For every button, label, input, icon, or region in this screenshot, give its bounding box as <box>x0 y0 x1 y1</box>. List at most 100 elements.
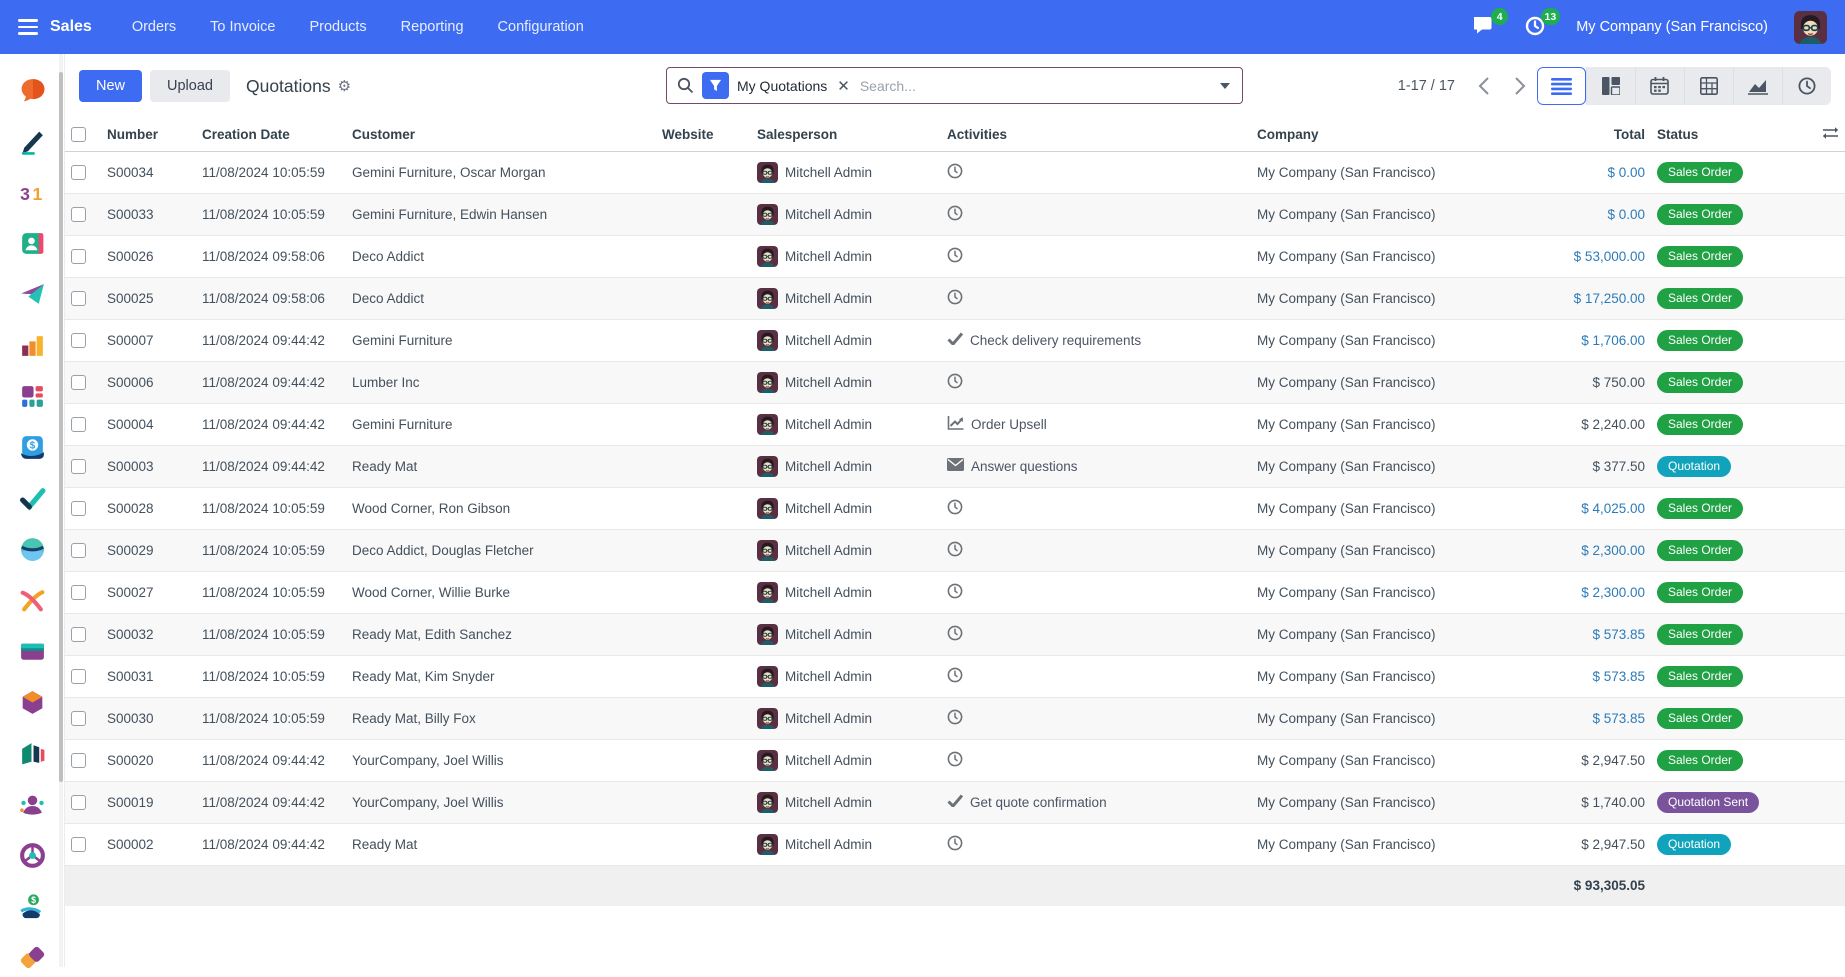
activity-clock-icon[interactable] <box>947 709 963 728</box>
sidebar-app-accounting-icon[interactable]: $ <box>18 433 47 462</box>
activity-check-icon[interactable] <box>947 794 963 810</box>
view-switch-kanban-icon[interactable] <box>1586 67 1635 105</box>
column-header-creation-date[interactable]: Creation Date <box>196 118 346 151</box>
table-row[interactable]: S0003111/08/2024 10:05:59Ready Mat, Kim … <box>65 655 1845 697</box>
table-row[interactable]: S0002911/08/2024 10:05:59Deco Addict, Do… <box>65 529 1845 571</box>
row-checkbox[interactable] <box>71 375 86 390</box>
column-header-website[interactable]: Website <box>656 118 751 151</box>
pager-previous-icon[interactable] <box>1477 76 1491 96</box>
table-row[interactable]: S0002611/08/2024 09:58:06Deco AddictMitc… <box>65 235 1845 277</box>
column-header-customer[interactable]: Customer <box>346 118 656 151</box>
nav-menu-item-orders[interactable]: Orders <box>132 19 176 35</box>
sidebar-app-inventory-icon[interactable] <box>18 688 47 717</box>
row-checkbox[interactable] <box>71 417 86 432</box>
current-app-name[interactable]: Sales <box>50 18 92 36</box>
activity-clock-icon[interactable] <box>947 205 963 224</box>
nav-menu-item-reporting[interactable]: Reporting <box>401 19 464 35</box>
activity-mail-icon[interactable] <box>947 458 964 474</box>
row-checkbox[interactable] <box>71 627 86 642</box>
activity-clock-icon[interactable] <box>947 667 963 686</box>
table-row[interactable]: S0000611/08/2024 09:44:42Lumber IncMitch… <box>65 361 1845 403</box>
activity-clock-icon[interactable] <box>947 163 963 182</box>
activity-clock-icon[interactable] <box>947 289 963 308</box>
pager-next-icon[interactable] <box>1513 76 1527 96</box>
sidebar-app-crm-icon[interactable] <box>18 280 47 309</box>
row-checkbox[interactable] <box>71 795 86 810</box>
activity-check-icon[interactable] <box>947 332 963 348</box>
view-switch-calendar-icon[interactable] <box>1635 67 1684 105</box>
nav-menu-item-products[interactable]: Products <box>309 19 366 35</box>
search-bar[interactable]: My Quotations ✕ <box>666 67 1243 104</box>
table-row[interactable]: S0003411/08/2024 10:05:59Gemini Furnitur… <box>65 151 1845 193</box>
gear-icon[interactable]: ⚙ <box>338 77 351 95</box>
search-input[interactable] <box>860 78 1212 94</box>
table-row[interactable]: S0001911/08/2024 09:44:42YourCompany, Jo… <box>65 781 1845 823</box>
sidebar-app-dashboards-icon[interactable] <box>18 382 47 411</box>
table-row[interactable]: S0003211/08/2024 10:05:59Ready Mat, Edit… <box>65 613 1845 655</box>
activity-clock-icon[interactable] <box>947 751 963 770</box>
activity-clock-icon[interactable] <box>947 247 963 266</box>
activity-clock-icon[interactable] <box>947 835 963 854</box>
messages-icon[interactable]: 4 <box>1472 15 1498 39</box>
sidebar-scrollbar[interactable] <box>59 54 63 967</box>
table-row[interactable]: S0002011/08/2024 09:44:42YourCompany, Jo… <box>65 739 1845 781</box>
table-row[interactable]: S0003011/08/2024 10:05:59Ready Mat, Bill… <box>65 697 1845 739</box>
sidebar-app-calendar-icon[interactable]: 31 <box>18 178 47 207</box>
activity-clock-icon[interactable] <box>947 499 963 518</box>
view-switch-pivot-icon[interactable] <box>1684 67 1733 105</box>
filter-remove-icon[interactable]: ✕ <box>835 77 852 95</box>
sidebar-app-knowledge-icon[interactable] <box>18 127 47 156</box>
table-row[interactable]: S0002511/08/2024 09:58:06Deco AddictMitc… <box>65 277 1845 319</box>
row-checkbox[interactable] <box>71 459 86 474</box>
row-checkbox[interactable] <box>71 165 86 180</box>
sidebar-app-project-icon[interactable] <box>18 484 47 513</box>
activity-clock-icon[interactable] <box>947 625 963 644</box>
sidebar-app-studio-icon[interactable] <box>18 943 47 972</box>
sidebar-app-payments-icon[interactable] <box>18 637 47 666</box>
activities-clock-icon[interactable]: 13 <box>1524 15 1550 39</box>
row-checkbox[interactable] <box>71 585 86 600</box>
sidebar-app-manufacturing-icon[interactable] <box>18 841 47 870</box>
table-row[interactable]: S0002811/08/2024 10:05:59Wood Corner, Ro… <box>65 487 1845 529</box>
optional-columns-icon[interactable] <box>1822 128 1839 143</box>
nav-menu-item-configuration[interactable]: Configuration <box>498 19 584 35</box>
sidebar-app-discuss-icon[interactable] <box>18 76 47 105</box>
sidebar-app-elearning-icon[interactable] <box>18 586 47 615</box>
table-row[interactable]: S0003311/08/2024 10:05:59Gemini Furnitur… <box>65 193 1845 235</box>
activity-clock-icon[interactable] <box>947 583 963 602</box>
sidebar-app-payroll-icon[interactable]: $ <box>18 892 47 921</box>
view-switch-list-icon[interactable] <box>1537 67 1586 105</box>
row-checkbox[interactable] <box>71 543 86 558</box>
new-button[interactable]: New <box>79 70 142 102</box>
apps-menu-icon[interactable] <box>18 19 38 35</box>
sidebar-app-sales-icon[interactable] <box>18 331 47 360</box>
sidebar-app-contacts-icon[interactable] <box>18 229 47 258</box>
column-header-activities[interactable]: Activities <box>941 118 1251 151</box>
table-row[interactable]: S0002711/08/2024 10:05:59Wood Corner, Wi… <box>65 571 1845 613</box>
row-checkbox[interactable] <box>71 291 86 306</box>
sidebar-app-employees-icon[interactable] <box>18 790 47 819</box>
upload-button[interactable]: Upload <box>150 70 230 102</box>
select-all-checkbox[interactable] <box>71 127 86 142</box>
view-switch-graph-icon[interactable] <box>1733 67 1782 105</box>
column-header-salesperson[interactable]: Salesperson <box>751 118 941 151</box>
table-row[interactable]: S0000311/08/2024 09:44:42Ready MatMitche… <box>65 445 1845 487</box>
table-row[interactable]: S0000711/08/2024 09:44:42Gemini Furnitur… <box>65 319 1845 361</box>
activity-clock-icon[interactable] <box>947 541 963 560</box>
sidebar-app-website-icon[interactable] <box>18 535 47 564</box>
activity-clock-icon[interactable] <box>947 373 963 392</box>
activity-chart-icon[interactable] <box>947 415 964 433</box>
row-checkbox[interactable] <box>71 837 86 852</box>
column-header-number[interactable]: Number <box>101 118 196 151</box>
user-avatar[interactable] <box>1794 11 1827 44</box>
column-header-company[interactable]: Company <box>1251 118 1451 151</box>
row-checkbox[interactable] <box>71 711 86 726</box>
view-switch-activity-icon[interactable] <box>1782 67 1831 105</box>
column-header-status[interactable]: Status <box>1651 118 1791 151</box>
row-checkbox[interactable] <box>71 249 86 264</box>
row-checkbox[interactable] <box>71 753 86 768</box>
row-checkbox[interactable] <box>71 501 86 516</box>
sidebar-app-purchase-icon[interactable] <box>18 739 47 768</box>
filter-funnel-icon[interactable] <box>702 72 729 99</box>
row-checkbox[interactable] <box>71 207 86 222</box>
